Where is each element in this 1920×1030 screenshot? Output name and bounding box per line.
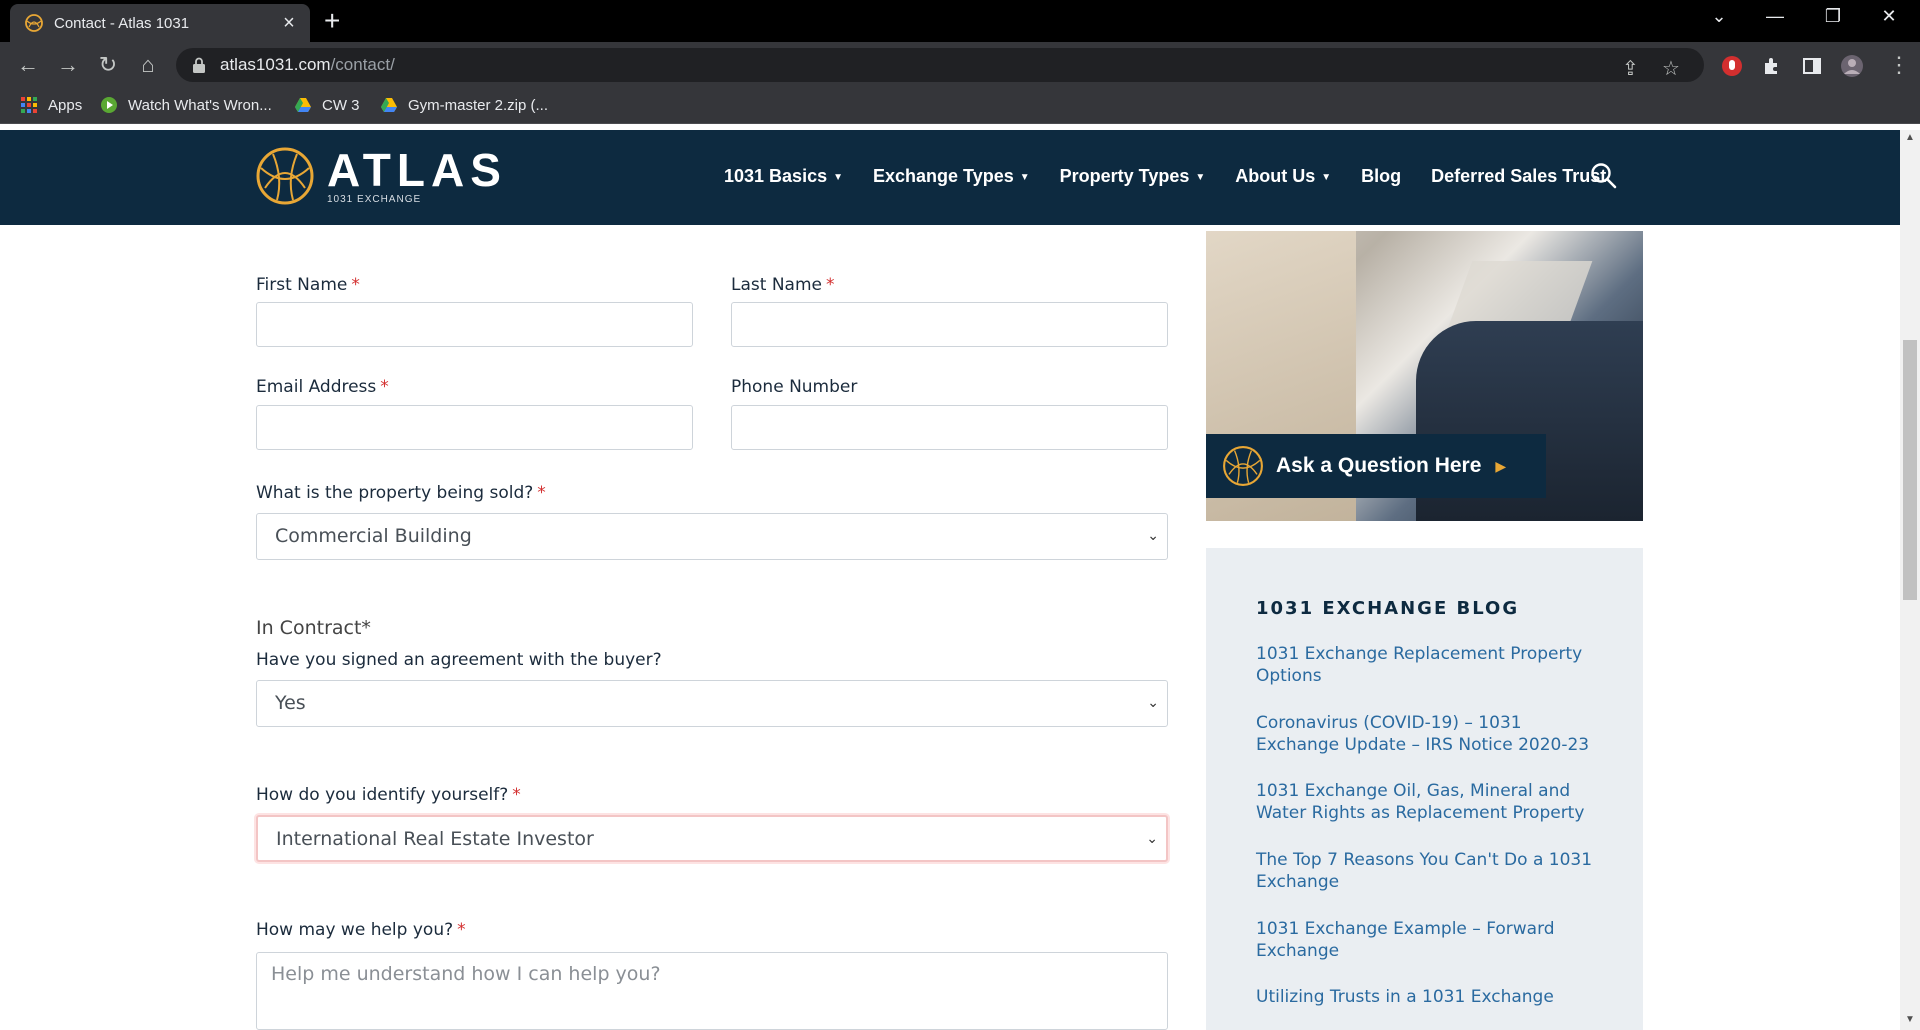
- logo-wordmark: ATLAS: [327, 143, 507, 196]
- bookmark-cw3[interactable]: CW 3: [294, 96, 360, 114]
- tab-strip: Contact - Atlas 1031 × + ⌄ — ❐ ✕: [0, 0, 1920, 42]
- first-name-label: First Name *: [256, 275, 360, 295]
- last-name-label: Last Name *: [731, 275, 835, 295]
- blog-widget: 1031 EXCHANGE BLOG 1031 Exchange Replace…: [1206, 548, 1643, 1030]
- first-name-input[interactable]: [256, 302, 693, 347]
- atlas-favicon-icon: [25, 14, 43, 32]
- minimize-icon[interactable]: —: [1752, 6, 1798, 27]
- property-label: What is the property being sold? *: [256, 483, 546, 503]
- browser-toolbar: ← → ↻ ⌂ atlas1031.com/contact/ ⇪ ☆ ⋮: [0, 42, 1920, 88]
- chevron-down-icon: ⌄: [1147, 695, 1159, 711]
- extension-red-icon[interactable]: [1720, 54, 1744, 78]
- agreement-select-value: Yes: [275, 692, 306, 714]
- ask-question-banner[interactable]: Ask a Question Here ▶: [1206, 231, 1643, 521]
- forward-icon[interactable]: →: [54, 52, 82, 80]
- nav-exchange-types[interactable]: Exchange Types ▼: [873, 166, 1030, 187]
- email-input[interactable]: [256, 405, 693, 450]
- nav-about-us[interactable]: About Us ▼: [1235, 166, 1331, 187]
- bookmark-apps[interactable]: Apps: [20, 96, 82, 114]
- main-nav: 1031 Basics ▼ Exchange Types ▼ Property Ty…: [724, 166, 1636, 187]
- nav-1031-basics[interactable]: 1031 Basics ▼: [724, 166, 843, 187]
- blog-link[interactable]: The Top 7 Reasons You Can't Do a 1031 Ex…: [1256, 849, 1606, 893]
- back-icon[interactable]: ←: [14, 52, 42, 80]
- phone-input[interactable]: [731, 405, 1168, 450]
- blog-link[interactable]: Coronavirus (COVID-19) – 1031 Exchange U…: [1256, 712, 1606, 756]
- close-window-icon[interactable]: ✕: [1866, 6, 1912, 27]
- atlas-globe-icon: [1223, 446, 1263, 486]
- caret-down-icon: ▼: [1321, 172, 1332, 183]
- ask-question-label: Ask a Question Here: [1276, 454, 1482, 477]
- identify-label: How do you identify yourself? *: [256, 785, 521, 805]
- agreement-select[interactable]: Yes ⌄: [256, 680, 1168, 727]
- google-drive-icon: [381, 98, 397, 112]
- new-tab-icon[interactable]: +: [324, 7, 340, 35]
- chrome-menu-icon[interactable]: ⋮: [1884, 52, 1914, 80]
- atlas-globe-icon: [256, 147, 314, 205]
- apps-grid-icon: [21, 97, 37, 113]
- bookmarks-bar: Apps Watch What's Wron... CW 3 Gym-maste…: [0, 88, 1920, 124]
- side-panel-icon[interactable]: [1800, 54, 1824, 78]
- chevron-down-icon: ⌄: [1146, 831, 1158, 847]
- page-scrollbar[interactable]: ▲ ▼: [1900, 130, 1920, 1030]
- scroll-up-icon[interactable]: ▲: [1900, 132, 1920, 143]
- browser-tab[interactable]: Contact - Atlas 1031 ×: [10, 4, 310, 42]
- help-label: How may we help you? *: [256, 920, 466, 940]
- bookmark-label: Apps: [48, 96, 83, 114]
- bookmark-star-icon[interactable]: ☆: [1662, 56, 1680, 81]
- blog-widget-title: 1031 EXCHANGE BLOG: [1256, 598, 1520, 619]
- bookmark-label: Gym-master 2.zip (...: [408, 96, 549, 114]
- search-icon[interactable]: [1590, 162, 1618, 190]
- profile-avatar[interactable]: [1840, 54, 1864, 78]
- email-label: Email Address *: [256, 377, 389, 397]
- lock-icon: [193, 57, 205, 73]
- restore-icon[interactable]: ❐: [1810, 6, 1856, 27]
- scrollbar-thumb[interactable]: [1903, 340, 1917, 600]
- tab-title: Contact - Atlas 1031: [54, 14, 190, 32]
- caret-down-icon: ▼: [833, 172, 843, 183]
- bookmark-label: CW 3: [322, 96, 360, 114]
- property-select[interactable]: Commercial Building ⌄: [256, 513, 1168, 560]
- tab-search-icon[interactable]: ⌄: [1696, 6, 1742, 27]
- scroll-down-icon[interactable]: ▼: [1900, 1014, 1920, 1025]
- identify-select[interactable]: International Real Estate Investor ⌄: [256, 815, 1168, 862]
- site-header: ATLAS 1031 EXCHANGE 1031 Basics ▼ Exchang…: [0, 130, 1900, 225]
- home-icon[interactable]: ⌂: [134, 52, 162, 80]
- agreement-label: Have you signed an agreement with the bu…: [256, 650, 662, 670]
- blog-link[interactable]: 1031 Exchange Example – Forward Exchange: [1256, 918, 1606, 962]
- ask-question-button[interactable]: Ask a Question Here ▶: [1206, 434, 1546, 498]
- address-bar[interactable]: atlas1031.com/contact/ ⇪ ☆: [176, 48, 1704, 82]
- caret-down-icon: ▼: [1019, 172, 1030, 183]
- nav-blog[interactable]: Blog: [1361, 166, 1401, 187]
- tab-close-icon[interactable]: ×: [278, 12, 300, 35]
- url-path: /contact/: [330, 55, 395, 74]
- chevron-down-icon: ⌄: [1147, 528, 1159, 544]
- url-host: atlas1031.com: [220, 55, 331, 74]
- reload-icon[interactable]: ↻: [94, 52, 122, 80]
- caret-right-icon: ▶: [1495, 457, 1507, 474]
- nav-property-types[interactable]: Property Types ▼: [1060, 166, 1206, 187]
- blog-link[interactable]: 1031 Exchange Oil, Gas, Mineral and Wate…: [1256, 780, 1606, 824]
- last-name-input[interactable]: [731, 302, 1168, 347]
- play-circle-icon: [101, 97, 117, 113]
- blog-link[interactable]: 1031 Exchange Replacement Property Optio…: [1256, 643, 1606, 687]
- bookmark-gym-master[interactable]: Gym-master 2.zip (...: [380, 96, 548, 114]
- help-textarea[interactable]: Help me understand how I can help you?: [256, 952, 1168, 1030]
- extensions-puzzle-icon[interactable]: [1760, 54, 1784, 78]
- share-icon[interactable]: ⇪: [1622, 56, 1639, 81]
- bookmark-label: Watch What's Wron...: [128, 96, 272, 114]
- phone-label: Phone Number: [731, 377, 858, 397]
- property-select-value: Commercial Building: [275, 525, 472, 547]
- google-drive-icon: [295, 98, 311, 112]
- atlas-logo[interactable]: ATLAS 1031 EXCHANGE: [255, 146, 507, 206]
- caret-down-icon: ▼: [1195, 172, 1206, 183]
- identify-select-value: International Real Estate Investor: [276, 828, 594, 850]
- blog-link[interactable]: Utilizing Trusts in a 1031 Exchange: [1256, 986, 1606, 1008]
- in-contract-label: In Contract*: [256, 617, 371, 639]
- nav-deferred-sales-trust[interactable]: Deferred Sales Trust: [1431, 166, 1606, 187]
- bookmark-watch[interactable]: Watch What's Wron...: [100, 96, 272, 114]
